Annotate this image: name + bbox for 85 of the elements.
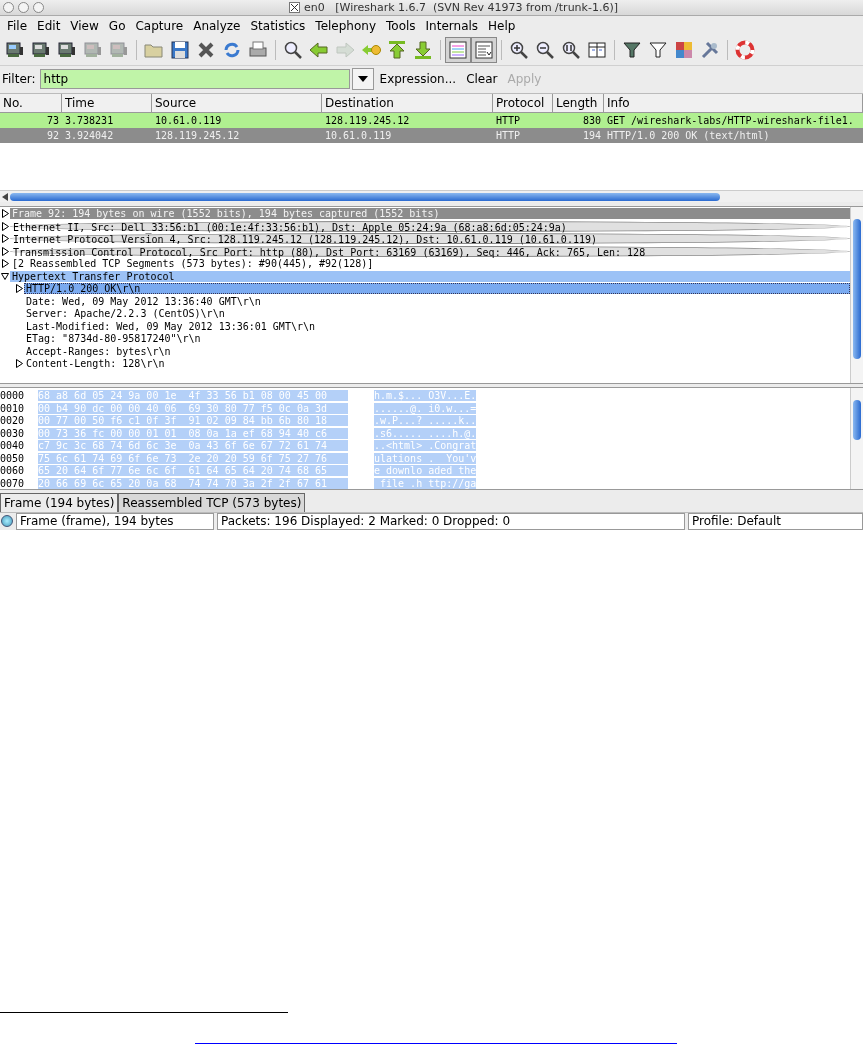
- collapsed-triangle-icon[interactable]: [1, 246, 9, 256]
- collapsed-triangle-icon[interactable]: [1, 234, 9, 244]
- table-cell-text: 92: [45, 128, 60, 143]
- list-scroll-icon: [473, 39, 495, 62]
- filter-button[interactable]: Expression...: [375, 72, 461, 87]
- tab[interactable]: Reassembled TCP (573 bytes): [118, 492, 306, 512]
- collapsed-triangle-icon[interactable]: [1, 221, 9, 231]
- window-control[interactable]: [33, 2, 44, 14]
- tree-item[interactable]: Hypertext Transfer Protocol: [10, 270, 850, 282]
- column-header[interactable]: Length: [553, 93, 604, 112]
- tab[interactable]: Frame (194 bytes): [0, 492, 119, 512]
- tree-item[interactable]: Date: Wed, 09 May 2012 13:36:40 GMT\r\n: [24, 295, 850, 307]
- table-cell-text: HTTP: [495, 128, 522, 143]
- menu-item[interactable]: Go: [103, 19, 131, 34]
- table-cell-text: HTTP/1.0 200 OK (text/html): [606, 128, 771, 143]
- collapsed-triangle-icon[interactable]: [15, 359, 23, 369]
- offset: 0060: [0, 465, 26, 477]
- column-header[interactable]: Time: [62, 93, 152, 112]
- scroll-left-icon[interactable]: [2, 192, 8, 201]
- table-cell-text: 3.924042: [64, 128, 115, 143]
- filter-label: Filter:: [2, 72, 36, 87]
- offset: 0070: [0, 477, 26, 489]
- column-header[interactable]: Source: [152, 93, 322, 112]
- filter-field[interactable]: http: [39, 69, 350, 90]
- down-arrow-icon: [412, 39, 434, 62]
- menu-item[interactable]: Statistics: [245, 19, 311, 34]
- dropdown-button[interactable]: [351, 68, 374, 91]
- offset: 0030: [0, 427, 26, 439]
- offset: 0000: [0, 390, 26, 402]
- table-cell-text: 10.61.0.119: [324, 128, 393, 143]
- expanded-triangle-icon[interactable]: [1, 271, 9, 281]
- table-cell-text: 830: [581, 113, 602, 128]
- colored-list-icon: [447, 39, 469, 62]
- menu-item[interactable]: Tools: [381, 19, 421, 34]
- tree-item[interactable]: Last-Modified: Wed, 09 May 2012 13:36:01 GMT\r\n: [24, 320, 850, 332]
- menu-item[interactable]: File: [2, 19, 33, 34]
- menu-item[interactable]: Help: [483, 19, 521, 34]
- menu-item[interactable]: Edit: [32, 19, 66, 34]
- tree-item[interactable]: HTTP/1.0 200 OK\r\n: [24, 283, 850, 295]
- tree-item[interactable]: ETag: "8734d-80-95817240"\r\n: [24, 333, 850, 345]
- tree-item[interactable]: Internet Protocol Version 4, Src: 128.119.245.12 (128.119.245.12), Dst: 10.61.0.119 (10.61.0.119): [10, 233, 850, 245]
- menu-item[interactable]: Analyze: [188, 19, 246, 34]
- collapsed-triangle-icon[interactable]: [1, 209, 9, 219]
- table-cell-text: 3.738231: [64, 113, 115, 128]
- menu-item[interactable]: Telephony: [310, 19, 381, 34]
- table-cell-text: 128.119.245.12: [154, 128, 241, 143]
- caret-icon: [357, 76, 368, 83]
- column-header[interactable]: Protocol: [493, 93, 553, 112]
- collapsed-triangle-icon[interactable]: [15, 284, 23, 294]
- status-profile: Profile: Default: [688, 512, 863, 530]
- offset: 0050: [0, 452, 26, 464]
- table-cell-text: 128.119.245.12: [324, 113, 411, 128]
- window-control[interactable]: [3, 2, 14, 14]
- column-header[interactable]: No.: [0, 93, 62, 112]
- collapsed-triangle-icon[interactable]: [1, 259, 9, 269]
- table-cell-text: 194: [581, 128, 602, 143]
- offset: 0010: [0, 402, 26, 414]
- tree-item[interactable]: Content-Length: 128\r\n: [24, 358, 850, 370]
- x-window-icon: [289, 2, 300, 14]
- table-cell-text: 73: [45, 113, 60, 128]
- scrollbar[interactable]: [850, 388, 863, 490]
- column-header[interactable]: Destination: [322, 93, 493, 112]
- up-arrow-icon: [386, 39, 408, 62]
- tree-item[interactable]: [2 Reassembled TCP Segments (573 bytes): #90(445), #92(128)]: [10, 258, 850, 270]
- filter-button[interactable]: Clear: [462, 72, 502, 87]
- window-control[interactable]: [18, 2, 29, 14]
- status-packets: Packets: 196 Displayed: 2 Marked: 0 Dropped: 0: [217, 512, 685, 530]
- status-field: Frame (frame), 194 bytes: [16, 512, 214, 530]
- table-cell-text: GET /wireshark-labs/HTTP-wireshark-file1.: [606, 113, 855, 128]
- offset: 0020: [0, 415, 26, 427]
- column-header[interactable]: Info: [604, 93, 863, 112]
- scrollbar[interactable]: [850, 207, 863, 383]
- window-title: en0 [Wireshark 1.6.7 (SVN Rev 41973 from /trunk-1.6)]: [304, 1, 618, 15]
- menu-item[interactable]: Internals: [420, 19, 484, 34]
- tree-item[interactable]: Server: Apache/2.2.3 (CentOS)\r\n: [24, 308, 850, 320]
- status-led-icon: [1, 515, 13, 528]
- offset: 0040: [0, 440, 26, 452]
- lifebuoy-icon: [734, 39, 756, 62]
- table-cell-text: HTTP: [495, 113, 522, 128]
- table-cell-text: 10.61.0.119: [154, 113, 223, 128]
- tree-item[interactable]: Transmission Control Protocol, Src Port: http (80), Dst Port: 63169 (63169), Seq: 446, Ack: 765, Len: 128: [10, 245, 850, 257]
- tree-item[interactable]: Accept-Ranges: bytes\r\n: [24, 345, 850, 357]
- menu-item[interactable]: View: [65, 19, 104, 34]
- menu-item[interactable]: Capture: [130, 19, 189, 34]
- scrollbar-thumb[interactable]: [10, 192, 720, 201]
